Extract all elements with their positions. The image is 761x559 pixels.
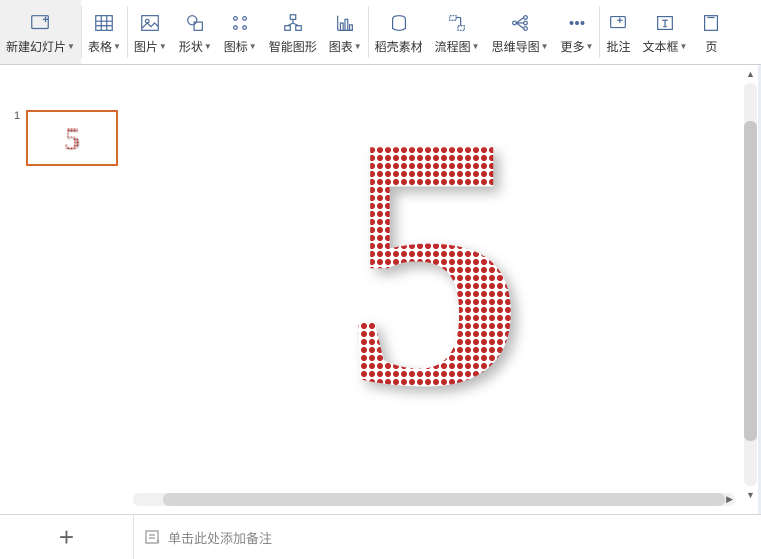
mindmap-button[interactable]: 思维导图▼ <box>486 0 555 64</box>
new-slide-icon <box>28 11 52 35</box>
smartart-button[interactable]: 智能图形 <box>263 0 323 64</box>
slide-canvas-area: 5 ▲ ▼ ◀ ▶ <box>133 65 761 514</box>
vertical-scrollbar[interactable]: ▲ ▼ <box>744 83 757 486</box>
chevron-down-icon: ▼ <box>67 42 75 51</box>
tb-label: 图片 <box>134 38 158 55</box>
textbox-button[interactable]: 文本框▼ <box>636 0 693 64</box>
flowchart-button[interactable]: 流程图▼ <box>429 0 486 64</box>
bottom-bar: + 单击此处添加备注 <box>0 514 761 559</box>
dockshell-button[interactable]: 稻壳素材 <box>369 0 429 64</box>
tb-label: 稻壳素材 <box>375 38 423 55</box>
tb-label: 表格 <box>88 38 112 55</box>
table-button[interactable]: 表格▼ <box>82 0 127 64</box>
chevron-down-icon: ▼ <box>204 42 212 51</box>
thumb-content: 5 <box>64 120 80 157</box>
tb-label: 文本框 <box>642 38 678 55</box>
slide-text-5: 5 <box>344 82 524 442</box>
chevron-down-icon: ▼ <box>586 42 594 51</box>
new-slide-button[interactable]: 新建幻灯片▼ <box>0 0 81 64</box>
tb-label: 批注 <box>606 38 630 55</box>
material-icon <box>387 11 411 35</box>
tb-label: 新建幻灯片 <box>6 38 66 55</box>
textbox-icon <box>653 11 677 35</box>
chart-button[interactable]: 图表▼ <box>323 0 368 64</box>
image-button[interactable]: 图片▼ <box>128 0 173 64</box>
slide-thumbnail-panel: 1 5 <box>0 65 133 514</box>
chevron-down-icon: ▼ <box>541 42 549 51</box>
shape-button[interactable]: 形状▼ <box>173 0 218 64</box>
table-icon <box>92 11 116 35</box>
header-button-partial[interactable]: 页 <box>693 0 723 64</box>
smartart-icon <box>281 11 305 35</box>
notes-icon <box>144 529 160 545</box>
notes-placeholder: 单击此处添加备注 <box>168 528 272 547</box>
chevron-down-icon: ▼ <box>472 42 480 51</box>
more-icon <box>565 11 589 35</box>
plus-icon: + <box>59 522 74 553</box>
notes-input[interactable]: 单击此处添加备注 <box>133 515 761 559</box>
chevron-down-icon: ▼ <box>159 42 167 51</box>
header-icon <box>699 11 723 35</box>
mindmap-icon <box>508 11 532 35</box>
chevron-down-icon: ▼ <box>354 42 362 51</box>
chevron-down-icon: ▼ <box>680 42 688 51</box>
comment-icon <box>606 11 630 35</box>
scroll-right-icon[interactable]: ▶ <box>726 494 733 505</box>
image-icon <box>138 11 162 35</box>
tb-label: 图表 <box>329 38 353 55</box>
shape-icon <box>183 11 207 35</box>
tb-label: 更多 <box>561 38 585 55</box>
tb-label: 智能图形 <box>269 38 317 55</box>
tb-label: 流程图 <box>435 38 471 55</box>
flowchart-icon <box>445 11 469 35</box>
slide-thumbnail-1[interactable]: 5 <box>26 110 118 166</box>
tb-label: 页 <box>705 38 717 55</box>
scroll-up-icon[interactable]: ▲ <box>746 69 755 79</box>
icons-icon <box>228 11 252 35</box>
more-button[interactable]: 更多▼ <box>555 0 600 64</box>
scroll-down-icon[interactable]: ▼ <box>746 490 755 500</box>
ribbon-toolbar: 新建幻灯片▼ 表格▼ 图片▼ 形状▼ 图标▼ 智能图形 图表▼ <box>0 0 761 65</box>
thumb-index: 1 <box>14 110 20 122</box>
icon-button[interactable]: 图标▼ <box>218 0 263 64</box>
tb-label: 形状 <box>179 38 203 55</box>
tb-label: 思维导图 <box>492 38 540 55</box>
horizontal-scrollbar[interactable]: ◀ ▶ <box>133 493 735 506</box>
slide-canvas[interactable]: 5 <box>133 65 735 488</box>
chevron-down-icon: ▼ <box>113 42 121 51</box>
chart-icon <box>333 11 357 35</box>
add-slide-button[interactable]: + <box>0 515 133 559</box>
chevron-down-icon: ▼ <box>249 42 257 51</box>
tb-label: 图标 <box>224 38 248 55</box>
comment-button[interactable]: 批注 <box>600 0 636 64</box>
